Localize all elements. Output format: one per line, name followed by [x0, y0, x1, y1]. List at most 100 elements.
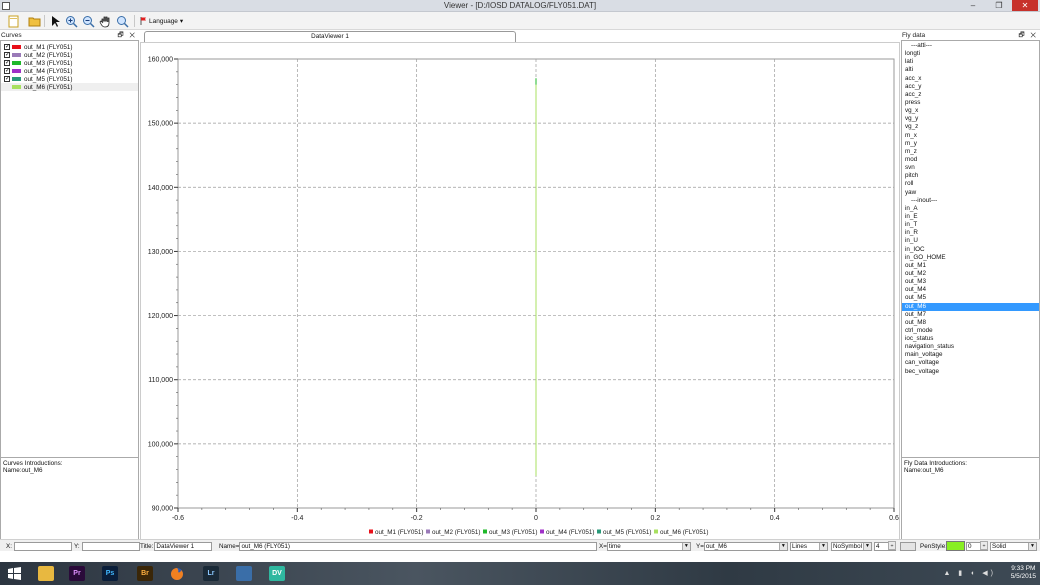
legend-swatch: [426, 529, 430, 534]
zoom-out-button[interactable]: [81, 14, 95, 28]
network-app-taskbar-button[interactable]: [233, 564, 255, 583]
fly-data-item[interactable]: in_U: [902, 237, 1039, 245]
curve-color-swatch: [12, 45, 21, 49]
firefox-taskbar-button[interactable]: [166, 564, 188, 583]
zoom-reset-button[interactable]: [115, 14, 129, 28]
fly-data-item[interactable]: bec_voltage: [902, 368, 1039, 376]
curve-item[interactable]: ✓ out_M2 (FLY051): [1, 51, 138, 59]
line-chart[interactable]: 90,000 100,000 110,000 120,000 130,000 140,00…: [141, 43, 899, 539]
panel-controls[interactable]: 🗗 ✕: [117, 31, 137, 40]
fly-data-item[interactable]: acc_z: [902, 91, 1039, 99]
fly-data-item[interactable]: vg_z: [902, 123, 1039, 131]
fly-data-item[interactable]: lati: [902, 58, 1039, 66]
fly-data-item[interactable]: longti: [902, 50, 1039, 58]
legend-label: out_M3 (FLY051): [489, 529, 538, 536]
curve-checkbox[interactable]: ✓: [4, 44, 10, 50]
fly-data-item[interactable]: out_M2: [902, 270, 1039, 278]
fly-data-item[interactable]: in_A: [902, 205, 1039, 213]
fly-data-item[interactable]: m_x: [902, 132, 1039, 140]
fly-data-item[interactable]: main_voltage: [902, 351, 1039, 359]
pen-type-select[interactable]: Solid ▼: [990, 541, 1037, 551]
curve-item[interactable]: ✓ out_M1 (FLY051): [1, 43, 138, 51]
panel-controls[interactable]: 🗗 ✕: [1018, 31, 1038, 40]
pan-tool-button[interactable]: [98, 14, 112, 28]
windows-start-taskbar-button[interactable]: [3, 564, 25, 583]
fly-data-item[interactable]: out_M6: [902, 302, 1039, 311]
fly-data-item[interactable]: m_y: [902, 140, 1039, 148]
fly-data-item[interactable]: press: [902, 99, 1039, 107]
fly-data-item[interactable]: pitch: [902, 172, 1039, 180]
x-coord-field[interactable]: [13, 541, 72, 551]
title-field[interactable]: DataViewer 1: [154, 541, 213, 551]
fly-data-item[interactable]: out_M5: [902, 294, 1039, 302]
symbol-select[interactable]: NoSymbol ▼: [831, 541, 872, 551]
fly-data-item[interactable]: can_voltage: [902, 359, 1039, 367]
language-menu-button[interactable]: Language ▾: [140, 15, 183, 27]
fly-data-item[interactable]: out_M4: [902, 286, 1039, 294]
curve-item[interactable]: ✓ out_M5 (FLY051): [1, 75, 138, 83]
fly-data-item[interactable]: in_GO_HOME: [902, 254, 1039, 262]
fly-data-item[interactable]: out_M7: [902, 311, 1039, 319]
fly-data-item[interactable]: out_M3: [902, 278, 1039, 286]
fly-data-item[interactable]: acc_x: [902, 75, 1039, 83]
new-file-button[interactable]: [6, 14, 20, 28]
bridge-taskbar-button[interactable]: Br: [134, 564, 156, 583]
y-axis-select[interactable]: out_M6 ▼: [703, 541, 788, 551]
y-tick-label: 140,000: [148, 185, 173, 192]
curve-checkbox[interactable]: ✓: [4, 68, 10, 74]
system-tray-icons[interactable]: ▲ ▮ ◖ ◀): [943, 569, 996, 577]
fly-data-item[interactable]: mod: [902, 156, 1039, 164]
close-button[interactable]: ✕: [1012, 0, 1038, 11]
x-axis-select[interactable]: time ▼: [606, 541, 691, 551]
fly-intro-name: Name:out_M6: [904, 467, 944, 474]
restore-button[interactable]: ❐: [988, 0, 1010, 11]
fly-data-item[interactable]: in_E: [902, 213, 1039, 221]
zoom-in-button[interactable]: [64, 14, 78, 28]
pointer-tool-button[interactable]: [48, 14, 62, 28]
y-coord-field[interactable]: [81, 541, 140, 551]
tab-dataviewer-1[interactable]: DataViewer 1: [144, 31, 516, 42]
bridge-icon: Br: [137, 566, 153, 581]
minimize-button[interactable]: –: [962, 0, 984, 11]
dv-app-taskbar-button[interactable]: DV: [266, 564, 288, 583]
fly-data-item[interactable]: acc_y: [902, 83, 1039, 91]
pen-width-stepper[interactable]: ÷: [980, 541, 988, 550]
fly-data-item[interactable]: vg_y: [902, 115, 1039, 123]
curve-item[interactable]: ✓ out_M3 (FLY051): [1, 59, 138, 67]
dropdown-arrow-icon: ▼: [778, 542, 787, 550]
file-explorer-taskbar-button[interactable]: [35, 564, 57, 583]
curve-checkbox[interactable]: ✓: [4, 52, 10, 58]
system-clock[interactable]: 9:33 PM 5/5/2015: [1011, 565, 1036, 581]
fly-data-item[interactable]: in_T: [902, 221, 1039, 229]
fly-data-item[interactable]: svn: [902, 164, 1039, 172]
symbol-size-stepper[interactable]: ÷: [888, 541, 896, 550]
lightroom-taskbar-button[interactable]: Lr: [200, 564, 222, 583]
open-folder-button[interactable]: [27, 14, 41, 28]
plot-frame[interactable]: 90,000 100,000 110,000 120,000 130,000 140,00…: [140, 42, 900, 540]
fly-data-item[interactable]: vg_x: [902, 107, 1039, 115]
curves-panel: ✓ out_M1 (FLY051) ✓ out_M2 (FLY051) ✓ out_M3 …: [0, 40, 139, 458]
curve-checkbox[interactable]: ✓: [4, 60, 10, 66]
fly-data-item[interactable]: m_z: [902, 148, 1039, 156]
fly-data-item[interactable]: ---atti---: [902, 42, 1039, 50]
fly-data-item[interactable]: ---inout---: [902, 197, 1039, 205]
fly-data-item[interactable]: roll: [902, 180, 1039, 188]
curve-checkbox[interactable]: ✓: [4, 76, 10, 82]
curve-item[interactable]: ✓ out_M4 (FLY051): [1, 67, 138, 75]
fly-data-item[interactable]: ctrl_mode: [902, 327, 1039, 335]
fly-data-item[interactable]: out_M1: [902, 262, 1039, 270]
fly-data-item[interactable]: in_R: [902, 229, 1039, 237]
fly-data-item[interactable]: in_IOC: [902, 246, 1039, 254]
photoshop-taskbar-button[interactable]: Ps: [99, 564, 121, 583]
fly-data-item[interactable]: yaw: [902, 189, 1039, 197]
premiere-taskbar-button[interactable]: Pr: [66, 564, 88, 583]
name-field[interactable]: out_M6 (FLY051): [239, 541, 598, 551]
fly-data-item[interactable]: ioc_status: [902, 335, 1039, 343]
fly-data-item[interactable]: navigation_status: [902, 343, 1039, 351]
curve-item[interactable]: out_M6 (FLY051): [1, 83, 138, 91]
pen-color-swatch[interactable]: [946, 541, 965, 551]
line-style-select[interactable]: Lines ▼: [790, 541, 828, 551]
pen-color-reset-button[interactable]: [900, 541, 916, 551]
fly-data-item[interactable]: alti: [902, 66, 1039, 74]
fly-data-item[interactable]: out_M8: [902, 319, 1039, 327]
